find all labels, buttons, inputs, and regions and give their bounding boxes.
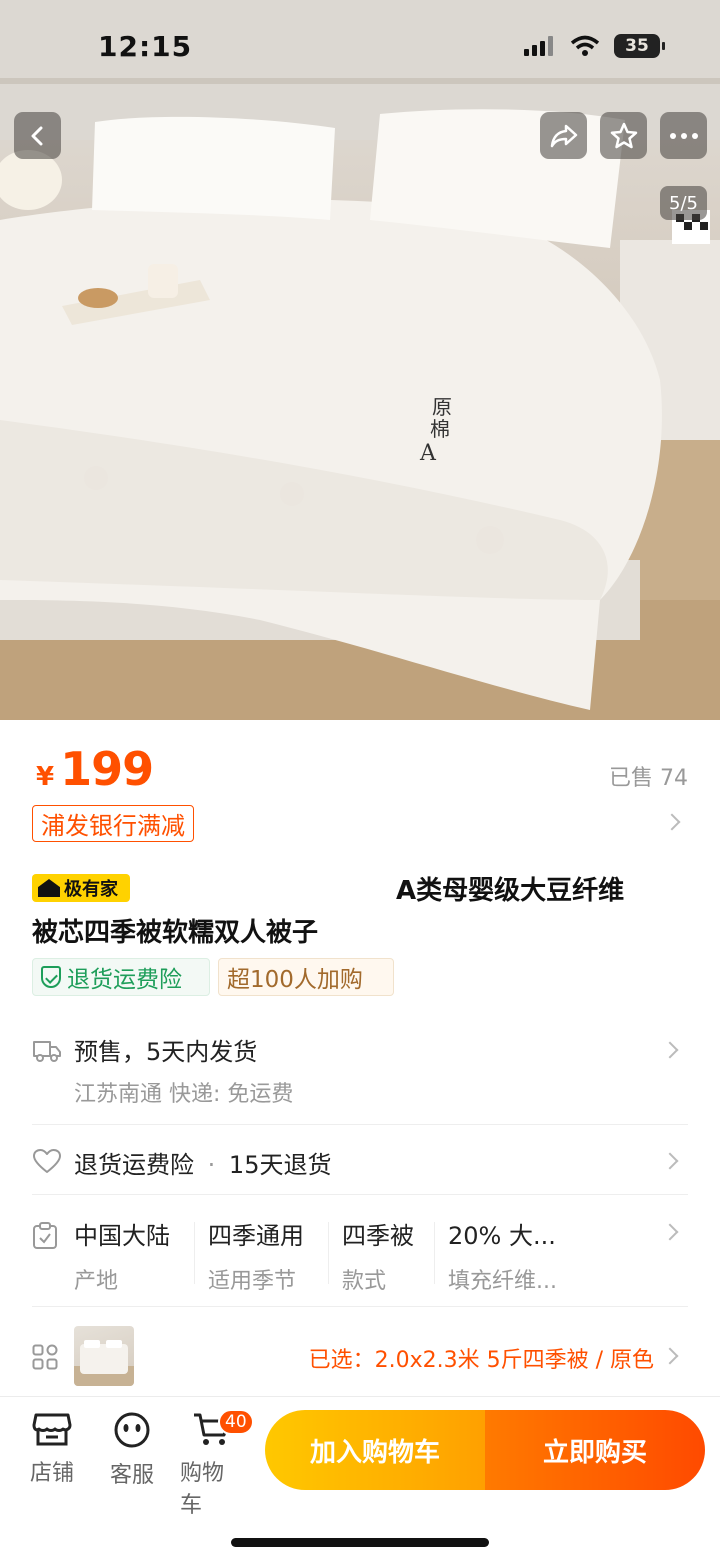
product-photo: 原 棉 A <box>0 0 720 720</box>
product-gallery[interactable]: 原 棉 A 12:15 35 5/5 <box>0 0 720 720</box>
specs-chevron-icon <box>661 1223 679 1241</box>
selection-chevron-icon <box>661 1347 679 1365</box>
store-button[interactable]: 店铺 <box>20 1411 84 1487</box>
house-icon <box>38 879 60 897</box>
bottom-action-bar: 店铺 客服 购物车 40 加入购物车 立即购买 <box>0 1396 720 1560</box>
status-time: 12:15 <box>98 30 193 63</box>
shield-check-icon <box>41 966 61 988</box>
spec-key: 填充纤维... <box>448 1269 557 1294</box>
heart-icon <box>33 1149 61 1173</box>
bed-thumbnail-image <box>74 1340 134 1386</box>
share-icon <box>550 124 577 147</box>
add-to-cart-button[interactable]: 加入购物车 <box>265 1410 485 1490</box>
status-bar: 12:15 35 <box>0 0 720 96</box>
spec-separator <box>434 1222 435 1284</box>
spec-season: 四季通用 适用季节 <box>208 1216 304 1295</box>
store-label: 店铺 <box>29 1461 74 1486</box>
shipping-main: 预售，5天内发货 <box>74 1038 258 1066</box>
grid-icon <box>32 1344 58 1370</box>
wifi-icon <box>570 35 600 56</box>
chat-face-icon <box>114 1412 150 1448</box>
service-chevron-icon <box>661 1152 679 1170</box>
guarantee-chip: 退货运费险 <box>32 958 210 996</box>
shipping-chevron-icon <box>661 1041 679 1059</box>
service-detail: 15天退货 <box>228 1151 332 1179</box>
selected-sku: 已选：2.0x2.3米 5斤四季被 / 原色 <box>308 1348 654 1373</box>
promotion-chevron-icon[interactable] <box>663 813 681 831</box>
guarantee-chip-label: 退货运费险 <box>67 967 182 993</box>
home-indicator <box>231 1538 489 1547</box>
spec-separator <box>194 1222 195 1284</box>
cellular-signal-icon <box>524 36 553 56</box>
divider <box>32 1306 688 1307</box>
spec-value: 四季通用 <box>208 1222 304 1250</box>
battery-indicator: 35 <box>614 34 665 58</box>
spec-origin: 中国大陆 产地 <box>74 1216 170 1295</box>
spec-style: 四季被 款式 <box>342 1216 414 1295</box>
svg-text:棉: 棉 <box>430 417 450 441</box>
spec-separator <box>328 1222 329 1284</box>
spec-value: 20% 大... <box>448 1222 556 1250</box>
price: ¥ 199 <box>36 742 154 796</box>
brand-badge: 极有家 <box>32 874 130 902</box>
clipboard-check-icon <box>33 1222 57 1249</box>
promotion-tag[interactable]: 浦发银行满减 <box>32 805 194 842</box>
brand-badge-label: 极有家 <box>64 879 118 900</box>
favorite-button[interactable] <box>600 112 647 159</box>
price-value: 199 <box>60 742 154 796</box>
cart-label: 购物车 <box>180 1461 225 1518</box>
spec-key: 款式 <box>342 1269 387 1294</box>
chevron-left-icon <box>31 126 42 145</box>
shipping-sub: 江苏南通 快递: 免运费 <box>74 1082 294 1107</box>
back-button[interactable] <box>14 112 61 159</box>
service-separator: · <box>207 1151 216 1179</box>
divider <box>32 1194 688 1195</box>
service-main: 退货运费险 <box>74 1151 194 1179</box>
star-icon <box>610 122 637 148</box>
more-button[interactable] <box>660 112 707 159</box>
popularity-chip: 超100人加购 <box>218 958 394 996</box>
sold-count: 已售 74 <box>609 766 688 791</box>
gallery-counter: 5/5 <box>660 186 707 220</box>
svg-text:A: A <box>419 441 437 466</box>
store-icon <box>32 1413 72 1446</box>
cart-count-badge: 40 <box>218 1409 254 1435</box>
divider <box>32 1124 688 1125</box>
share-button[interactable] <box>540 112 587 159</box>
service-text: 退货运费险 · 15天退货 <box>74 1145 331 1180</box>
more-icon <box>669 132 698 139</box>
svg-text:原: 原 <box>432 395 452 419</box>
customer-service-button[interactable]: 客服 <box>100 1411 164 1489</box>
sku-thumbnail[interactable] <box>74 1326 134 1386</box>
spec-filling: 20% 大... 填充纤维... <box>448 1216 557 1295</box>
spec-value: 四季被 <box>342 1222 414 1250</box>
spec-key: 适用季节 <box>208 1269 297 1294</box>
price-currency: ¥ <box>36 762 55 792</box>
product-title-line1: A类母婴级大豆纤维 <box>396 876 625 906</box>
spec-value: 中国大陆 <box>74 1222 170 1250</box>
buy-now-button[interactable]: 立即购买 <box>485 1410 705 1490</box>
truck-icon <box>33 1041 61 1062</box>
product-title-line2: 被芯四季被软糯双人被子 <box>32 918 319 948</box>
customer-service-label: 客服 <box>109 1463 154 1488</box>
spec-key: 产地 <box>74 1269 119 1294</box>
